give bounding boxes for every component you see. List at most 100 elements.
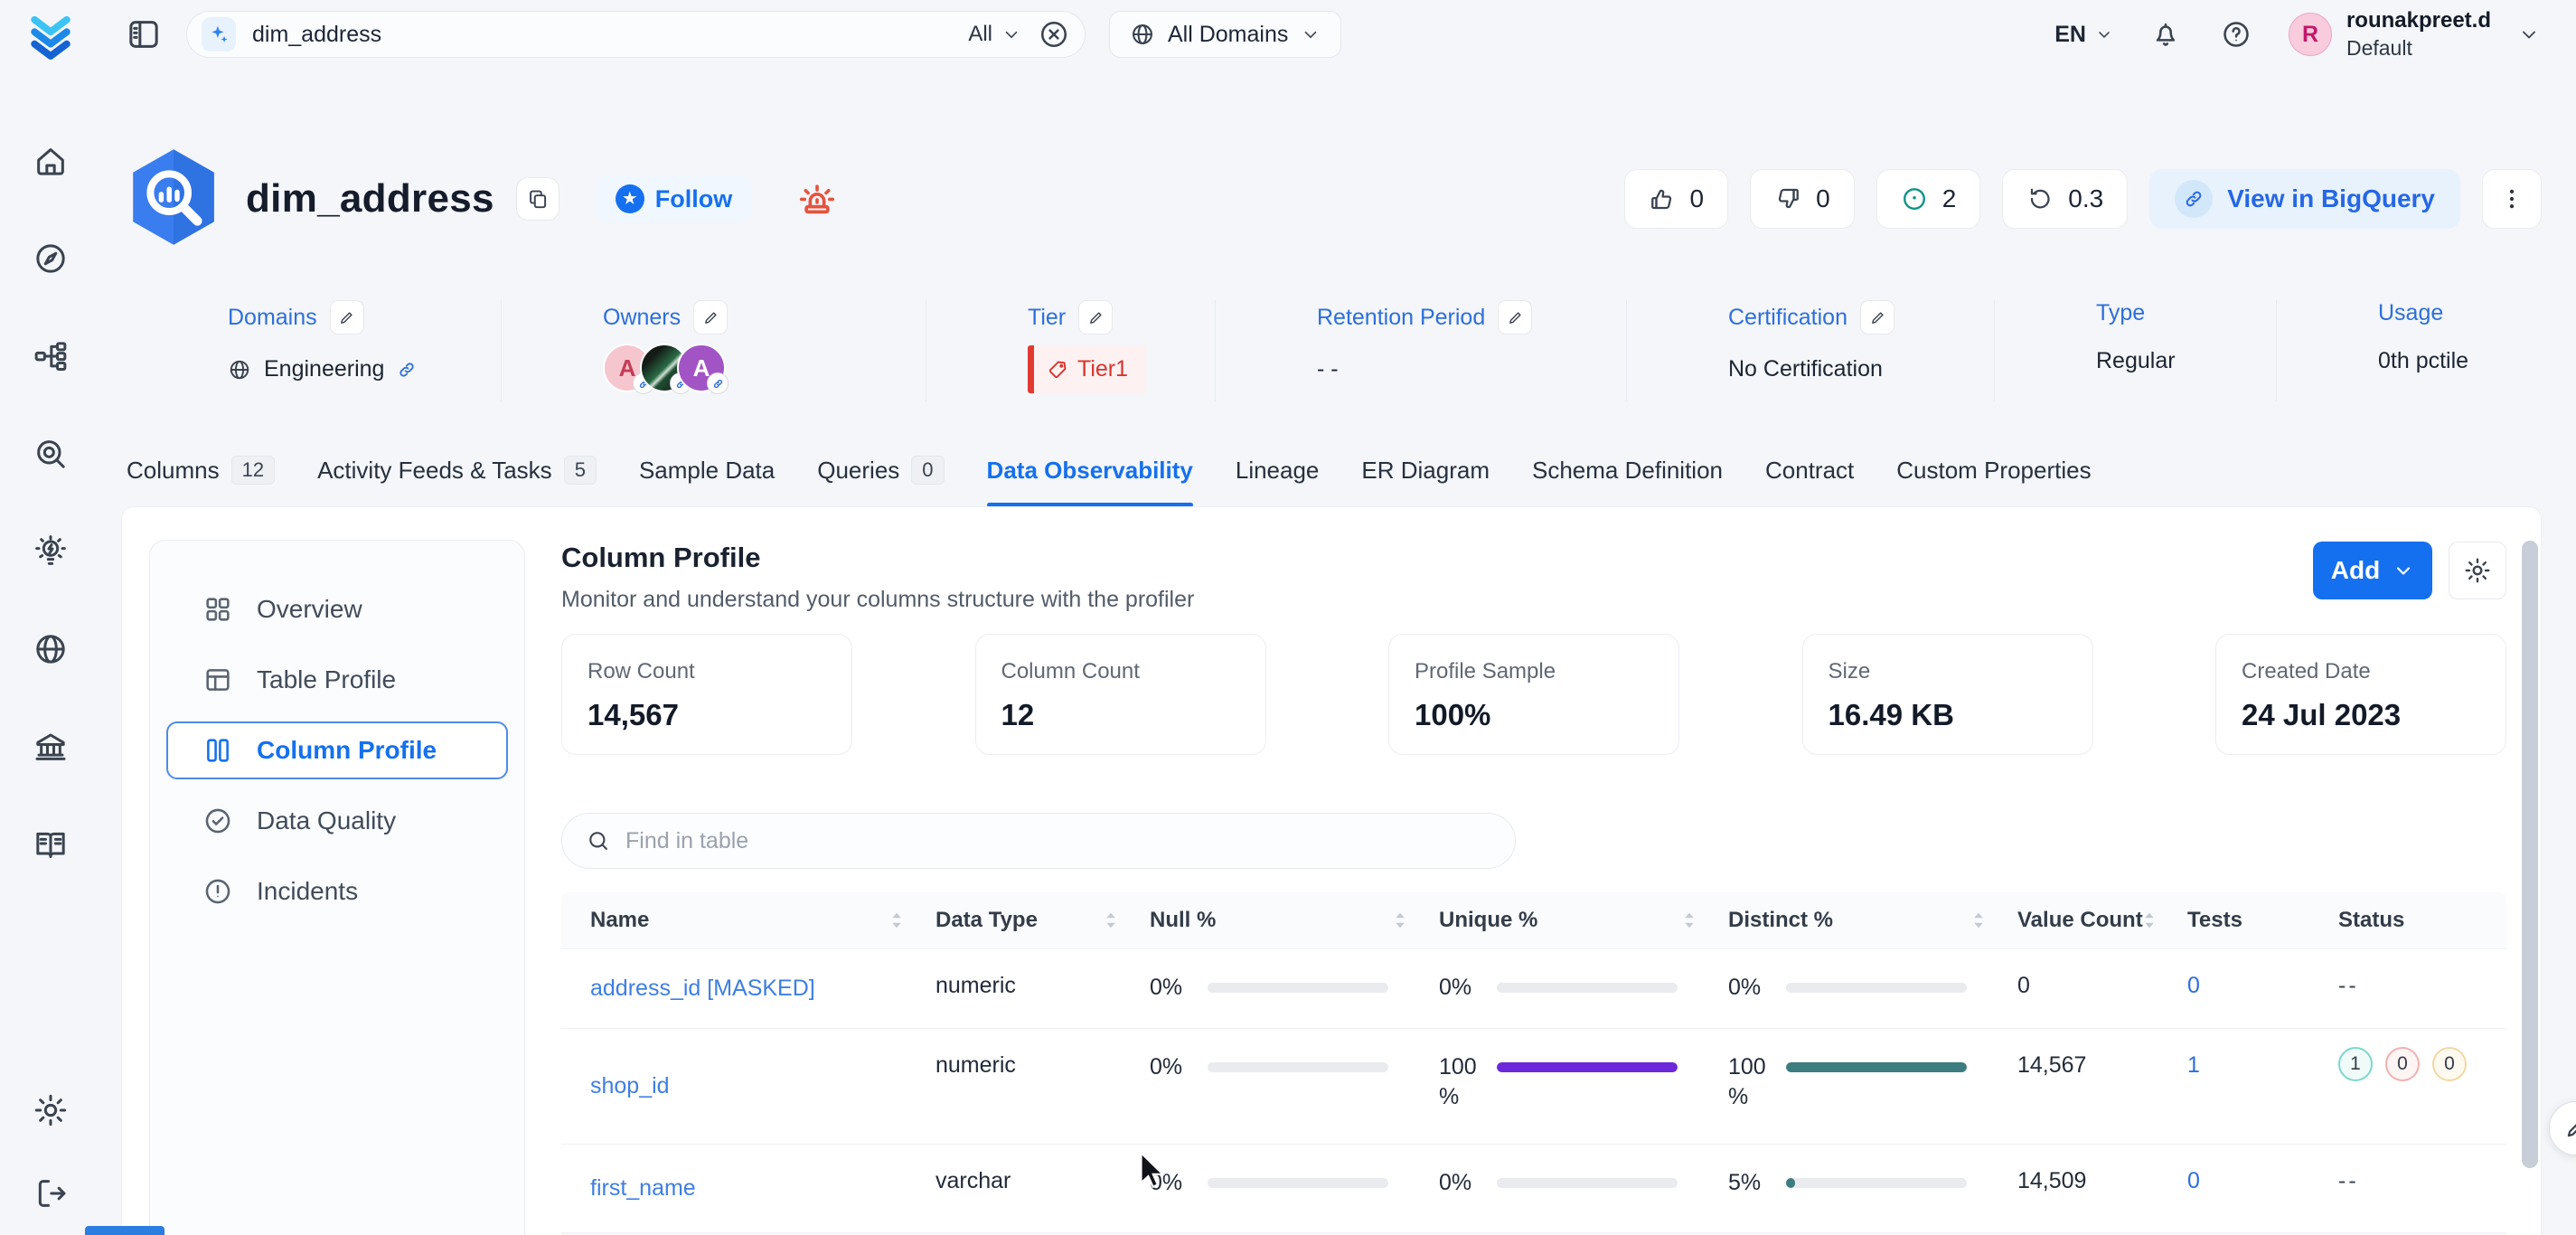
- edge-floating-button[interactable]: [2549, 1101, 2576, 1155]
- edit-owners-button[interactable]: [693, 300, 728, 335]
- tab-count-badge: 12: [231, 456, 275, 485]
- tab-data-observability[interactable]: Data Observability: [987, 451, 1193, 507]
- user-name: rounakpreet.d: [2346, 8, 2491, 33]
- more-actions-button[interactable]: [2482, 169, 2542, 229]
- sidebar-item-label: Incidents: [257, 877, 358, 906]
- edit-retention-button[interactable]: [1498, 300, 1532, 335]
- summary-card-profile-sample: Profile Sample100%: [1388, 634, 1679, 755]
- certification-label: Certification: [1728, 305, 1847, 331]
- owner-avatars[interactable]: AA: [603, 344, 926, 392]
- column-header-value-count[interactable]: Value Count: [2017, 908, 2187, 933]
- sidebar-item-data-quality[interactable]: Data Quality: [166, 792, 508, 850]
- null-progress-track: [1208, 1062, 1388, 1072]
- column-header-name[interactable]: Name: [561, 908, 935, 933]
- distinct-percent-value: 5%: [1728, 1168, 1786, 1198]
- column-header-null[interactable]: Null %: [1150, 908, 1439, 933]
- column-header-unique[interactable]: Unique %: [1439, 908, 1728, 933]
- user-avatar: R: [2289, 13, 2332, 56]
- edit-tier-button[interactable]: [1078, 300, 1113, 335]
- unique-percent-value: 0%: [1439, 973, 1497, 1003]
- column-header-distinct[interactable]: Distinct %: [1728, 908, 2017, 933]
- left-rail: [0, 0, 101, 1235]
- value-count-cell: 14,509: [2017, 1145, 2187, 1194]
- global-search[interactable]: All: [186, 11, 1086, 58]
- tests-link[interactable]: 0: [2187, 1168, 2200, 1193]
- search-scope-dropdown[interactable]: All: [968, 22, 1021, 47]
- logout-icon[interactable]: [33, 1175, 69, 1211]
- tab-columns[interactable]: Columns12: [127, 451, 275, 507]
- language-dropdown[interactable]: EN: [2054, 22, 2113, 48]
- sidebar-item-table-profile[interactable]: Table Profile: [166, 651, 508, 709]
- tabs-row: Columns12 Activity Feeds & Tasks5 Sample D…: [127, 451, 2542, 507]
- domains-icon[interactable]: [33, 631, 69, 667]
- tab-activity-feeds-tasks[interactable]: Activity Feeds & Tasks5: [317, 451, 597, 507]
- owner-avatar[interactable]: A: [677, 344, 726, 392]
- column-name-link[interactable]: address_id [MASKED]: [561, 976, 935, 1002]
- null-progress-track: [1208, 1178, 1388, 1188]
- all-domains-filter[interactable]: All Domains: [1109, 11, 1341, 58]
- user-menu[interactable]: R rounakpreet.d Default: [2289, 8, 2540, 61]
- sidebar-toggle-icon[interactable]: [125, 15, 163, 53]
- status-badge-aborted: 0: [2432, 1047, 2467, 1081]
- tests-link[interactable]: 0: [2187, 973, 2200, 998]
- mouse-cursor: [1134, 1150, 1167, 1190]
- edit-certification-button[interactable]: [1860, 300, 1894, 335]
- tier-badge[interactable]: Tier1: [1028, 345, 1146, 393]
- notifications-bell-icon[interactable]: [2148, 16, 2184, 52]
- table-row: shop_idnumeric0%100 %100 %14,5671100: [561, 1028, 2506, 1144]
- tab-queries[interactable]: Queries0: [817, 451, 944, 507]
- followers-button[interactable]: 2: [1876, 169, 1981, 229]
- column-name-link[interactable]: first_name: [561, 1175, 935, 1202]
- usage-label: Usage: [2378, 300, 2443, 326]
- table-search[interactable]: [561, 813, 1516, 869]
- follow-button[interactable]: ★ Follow: [596, 175, 752, 222]
- panel-subtitle: Monitor and understand your columns stru…: [561, 587, 1194, 613]
- ai-sparkle-icon: [202, 17, 236, 52]
- upvote-button[interactable]: 0: [1624, 169, 1729, 229]
- help-icon[interactable]: [2218, 16, 2254, 52]
- chevron-down-icon: [2095, 25, 2113, 43]
- view-in-bigquery-button[interactable]: View in BigQuery: [2149, 169, 2460, 229]
- sidebar-item-incidents[interactable]: Incidents: [166, 863, 508, 920]
- explore-icon[interactable]: [33, 240, 69, 277]
- govern-icon[interactable]: [33, 729, 69, 765]
- version-button[interactable]: 0.3: [2002, 169, 2128, 229]
- copy-name-button[interactable]: [516, 177, 559, 221]
- tab-schema-definition[interactable]: Schema Definition: [1532, 451, 1723, 507]
- insights-icon[interactable]: [33, 533, 69, 570]
- vertical-scrollbar[interactable]: [2522, 541, 2538, 1168]
- observability-icon[interactable]: [33, 436, 69, 472]
- add-button[interactable]: Add: [2313, 542, 2432, 599]
- tests-link[interactable]: 1: [2187, 1052, 2200, 1078]
- lineage-icon[interactable]: [33, 338, 69, 374]
- search-input[interactable]: [252, 22, 952, 48]
- column-name-link[interactable]: shop_id: [561, 1073, 935, 1099]
- sidebar-item-overview[interactable]: Overview: [166, 580, 508, 638]
- domains-value[interactable]: Engineering: [264, 356, 384, 382]
- find-in-table-input[interactable]: [625, 828, 1491, 854]
- tab-contract[interactable]: Contract: [1765, 451, 1854, 507]
- card-label: Created Date: [2242, 659, 2480, 684]
- settings-icon[interactable]: [33, 1092, 69, 1128]
- home-icon[interactable]: [33, 143, 69, 179]
- profiler-settings-button[interactable]: [2449, 542, 2506, 599]
- tab-er-diagram[interactable]: ER Diagram: [1361, 451, 1490, 507]
- downvote-button[interactable]: 0: [1750, 169, 1855, 229]
- domains-section: Domains Engineering: [127, 300, 502, 401]
- app-root: All All Domains EN R: [0, 0, 2576, 1235]
- globe-icon: [228, 358, 251, 382]
- edit-domains-button[interactable]: [330, 300, 364, 335]
- clear-search-icon[interactable]: [1038, 18, 1070, 51]
- tab-sample-data[interactable]: Sample Data: [639, 451, 775, 507]
- data-type-cell: numeric: [935, 1029, 1150, 1079]
- glossary-icon[interactable]: [33, 826, 69, 863]
- app-logo[interactable]: [24, 13, 77, 65]
- tab-lineage[interactable]: Lineage: [1236, 451, 1320, 507]
- bottom-toast-edge: [85, 1226, 165, 1235]
- tab-custom-properties[interactable]: Custom Properties: [1896, 451, 2091, 507]
- column-header-data-type[interactable]: Data Type: [935, 908, 1150, 933]
- card-label: Profile Sample: [1415, 659, 1653, 684]
- sidebar-item-column-profile[interactable]: Column Profile: [166, 721, 508, 779]
- column-header-label: Unique %: [1439, 908, 1537, 933]
- announcement-siren-icon[interactable]: [794, 175, 841, 222]
